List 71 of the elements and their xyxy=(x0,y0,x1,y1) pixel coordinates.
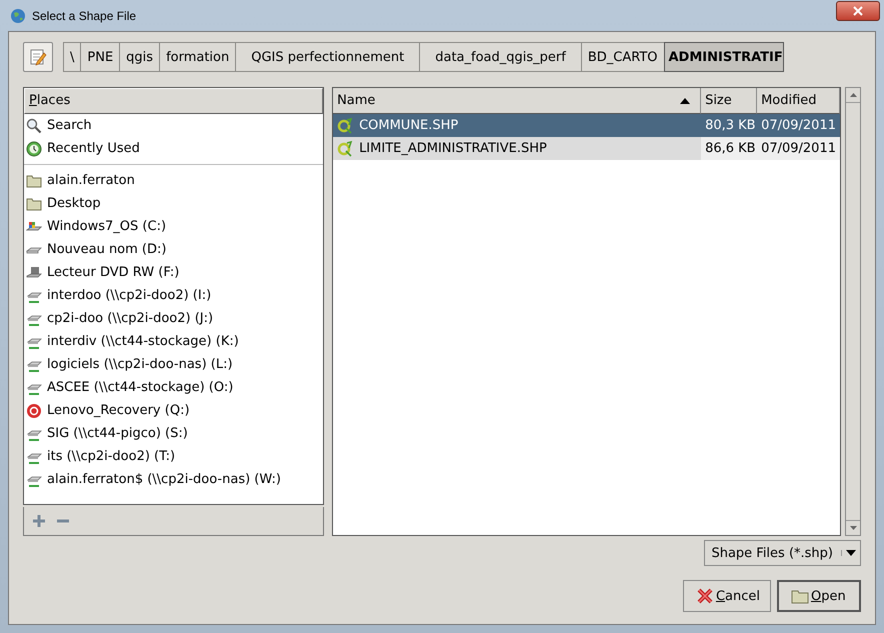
place-label: cp2i-doo (\\cp2i-doo2) (J:) xyxy=(47,311,214,326)
place-item[interactable]: its (\\cp2i-doo2) (T:) xyxy=(24,445,324,468)
place-item[interactable]: Windows7_OS (C:) xyxy=(24,215,324,238)
open-button[interactable]: Open xyxy=(777,580,861,612)
place-item[interactable]: Search xyxy=(24,114,324,137)
place-label: Lecteur DVD RW (F:) xyxy=(47,265,180,280)
place-label: alain.ferraton$ (\\cp2i-doo-nas) (W:) xyxy=(47,472,281,487)
file-size: 86,6 KB xyxy=(701,137,758,160)
path-button[interactable]: data_foad_qgis_perf xyxy=(419,42,582,72)
place-label: its (\\cp2i-doo2) (T:) xyxy=(47,449,176,464)
place-item[interactable]: logiciels (\\cp2i-doo-nas) (L:) xyxy=(24,353,324,376)
place-label: Nouveau nom (D:) xyxy=(47,242,166,257)
place-item[interactable]: ASCEE (\\ct44-stockage) (O:) xyxy=(24,376,324,399)
path-button[interactable]: BD_CARTO xyxy=(580,42,664,72)
add-icon[interactable] xyxy=(32,514,46,528)
window-title: Select a Shape File xyxy=(32,8,136,22)
folder-icon xyxy=(26,172,42,188)
scrollbar[interactable] xyxy=(845,87,861,536)
place-label: Recently Used xyxy=(47,141,140,156)
scroll-down-icon[interactable] xyxy=(850,526,856,530)
dropdown-arrow-icon xyxy=(841,550,856,556)
shapefile-icon xyxy=(337,140,354,156)
edit-location-button[interactable] xyxy=(23,42,53,72)
place-item[interactable]: interdoo (\\cp2i-doo2) (I:) xyxy=(24,284,324,307)
file-type-dropdown[interactable]: Shape Files (*.shp) xyxy=(704,540,861,566)
file-size: 80,3 KB xyxy=(701,114,758,137)
place-label: logiciels (\\cp2i-doo-nas) (L:) xyxy=(47,357,233,372)
place-item[interactable]: Desktop xyxy=(24,192,324,215)
place-item[interactable]: alain.ferraton xyxy=(24,169,324,192)
file-name: COMMUNE.SHP xyxy=(359,118,458,133)
close-icon xyxy=(853,6,863,16)
place-item[interactable]: cp2i-doo (\\cp2i-doo2) (J:) xyxy=(24,307,324,330)
place-label: interdiv (\\ct44-stockage) (K:) xyxy=(47,334,239,349)
pencil-note-icon xyxy=(29,48,47,66)
file-date: 07/09/2011 xyxy=(757,137,840,160)
recovery-icon xyxy=(26,402,42,418)
place-item[interactable]: SIG (\\ct44-pigco) (S:) xyxy=(24,422,324,445)
place-label: ASCEE (\\ct44-stockage) (O:) xyxy=(47,380,234,395)
place-label: alain.ferraton xyxy=(47,173,135,188)
place-label: Search xyxy=(47,118,92,133)
place-item[interactable]: Lecteur DVD RW (F:) xyxy=(24,261,324,284)
path-button[interactable]: \ xyxy=(63,42,82,72)
cancel-button[interactable]: Cancel xyxy=(682,580,771,612)
place-label: interdoo (\\cp2i-doo2) (I:) xyxy=(47,288,212,303)
globe-icon xyxy=(10,8,26,24)
shapefile-icon xyxy=(337,118,354,134)
place-item[interactable]: interdiv (\\ct44-stockage) (K:) xyxy=(24,330,324,353)
clock-icon xyxy=(26,140,42,156)
file-date: 07/09/2011 xyxy=(757,114,840,137)
places-header[interactable]: Places xyxy=(24,88,324,114)
cross-icon xyxy=(696,587,714,605)
place-label: Lenovo_Recovery (Q:) xyxy=(47,403,190,418)
scroll-up-icon[interactable] xyxy=(850,93,856,97)
drive-icon xyxy=(26,246,42,254)
place-item[interactable]: Nouveau nom (D:) xyxy=(24,238,324,261)
path-button[interactable]: PNE xyxy=(80,42,120,72)
folder-icon xyxy=(26,196,42,212)
file-name: LIMITE_ADMINISTRATIVE.SHP xyxy=(359,141,547,156)
place-label: Windows7_OS (C:) xyxy=(47,219,166,234)
path-button[interactable]: qgis xyxy=(119,42,160,72)
search-icon xyxy=(26,118,42,134)
place-item[interactable]: Recently Used xyxy=(24,137,324,160)
place-item[interactable]: alain.ferraton$ (\\cp2i-doo-nas) (W:) xyxy=(24,468,324,491)
dvd-drive-icon xyxy=(26,264,42,280)
close-button[interactable] xyxy=(836,0,880,20)
place-label: Desktop xyxy=(47,196,101,211)
path-button[interactable]: formation xyxy=(159,42,236,72)
path-button[interactable]: QGIS perfectionnement xyxy=(235,42,420,72)
place-label: SIG (\\ct44-pigco) (S:) xyxy=(47,426,188,441)
place-item[interactable]: Lenovo_Recovery (Q:) xyxy=(24,399,324,422)
path-button[interactable]: ADMINISTRATIF xyxy=(664,42,784,72)
